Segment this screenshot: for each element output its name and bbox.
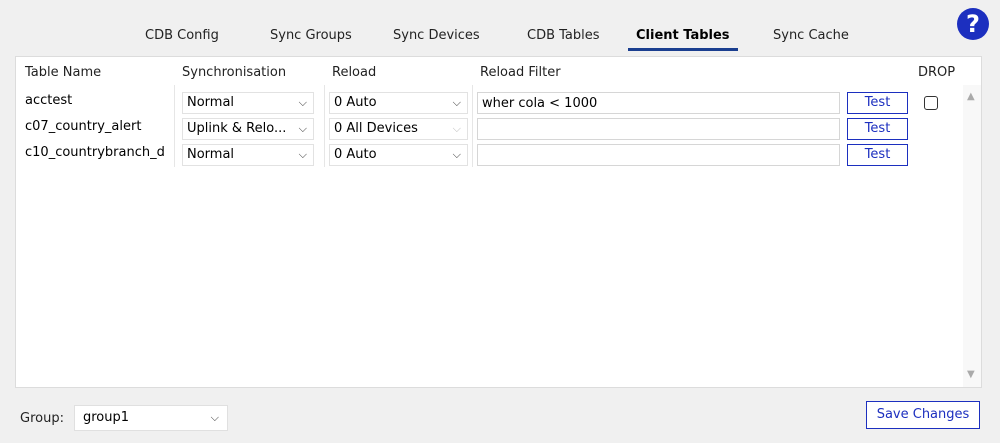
chevron-down-icon: ⌵	[298, 148, 307, 161]
help-icon[interactable]: ?	[957, 8, 989, 40]
chevron-down-icon: ⌵	[298, 96, 307, 109]
tab-cdb-tables[interactable]: CDB Tables	[527, 26, 600, 48]
reload-filter-input[interactable]	[477, 118, 840, 140]
tab-client-tables[interactable]: Client Tables	[628, 26, 738, 51]
vertical-scrollbar[interactable]: ▲ ▼	[963, 85, 981, 387]
tab-sync-devices[interactable]: Sync Devices	[393, 26, 480, 48]
tab-sync-cache[interactable]: Sync Cache	[773, 26, 849, 48]
sync-select-value: Uplink & Relo...	[187, 121, 287, 136]
chevron-down-icon: ⌵	[452, 122, 461, 135]
reload-select-value: 0 Auto	[334, 95, 377, 110]
chevron-down-icon: ⌵	[452, 96, 461, 109]
scroll-up-arrow-icon[interactable]: ▲	[967, 91, 975, 102]
table-row-name: acctest	[25, 93, 73, 108]
reload-select[interactable]: 0 Auto ⌵	[329, 144, 468, 166]
chevron-down-icon: ⌵	[298, 122, 307, 135]
column-header-drop: DROP	[918, 65, 956, 80]
sync-select[interactable]: Uplink & Relo... ⌵	[182, 118, 314, 140]
column-divider	[324, 85, 325, 167]
column-header-reload: Reload	[332, 65, 377, 80]
column-header-reload-filter: Reload Filter	[480, 65, 561, 80]
client-tables-grid: Table Name Synchronisation Reload Reload…	[15, 56, 982, 388]
table-row-name: c07_country_alert	[25, 119, 142, 134]
column-header-synchronisation: Synchronisation	[182, 65, 287, 80]
table-row-name: c10_countrybranch_d	[25, 145, 165, 160]
column-divider	[472, 85, 473, 167]
reload-select-value: 0 Auto	[334, 147, 377, 162]
chevron-down-icon: ⌵	[210, 411, 219, 424]
tab-cdb-config[interactable]: CDB Config	[145, 26, 219, 48]
group-select[interactable]: group1 ⌵	[74, 405, 228, 431]
scroll-down-arrow-icon[interactable]: ▼	[967, 369, 975, 380]
tab-bar: CDB Config Sync Groups Sync Devices CDB …	[0, 0, 1000, 51]
drop-checkbox[interactable]	[924, 96, 938, 110]
reload-select[interactable]: 0 All Devices ⌵	[329, 118, 468, 140]
chevron-down-icon: ⌵	[452, 148, 461, 161]
sync-select-value: Normal	[187, 95, 235, 110]
column-divider	[174, 85, 175, 167]
save-changes-button[interactable]: Save Changes	[866, 401, 980, 429]
test-button[interactable]: Test	[847, 144, 908, 166]
sync-select-value: Normal	[187, 147, 235, 162]
column-header-table-name: Table Name	[25, 65, 102, 80]
sync-select[interactable]: Normal ⌵	[182, 92, 314, 114]
reload-filter-input[interactable]	[477, 92, 840, 114]
reload-select[interactable]: 0 Auto ⌵	[329, 92, 468, 114]
group-select-value: group1	[83, 410, 130, 425]
reload-select-value: 0 All Devices	[334, 121, 418, 136]
reload-filter-input[interactable]	[477, 144, 840, 166]
group-label: Group:	[20, 411, 64, 426]
tab-sync-groups[interactable]: Sync Groups	[270, 26, 352, 48]
sync-select[interactable]: Normal ⌵	[182, 144, 314, 166]
test-button[interactable]: Test	[847, 118, 908, 140]
test-button[interactable]: Test	[847, 92, 908, 114]
